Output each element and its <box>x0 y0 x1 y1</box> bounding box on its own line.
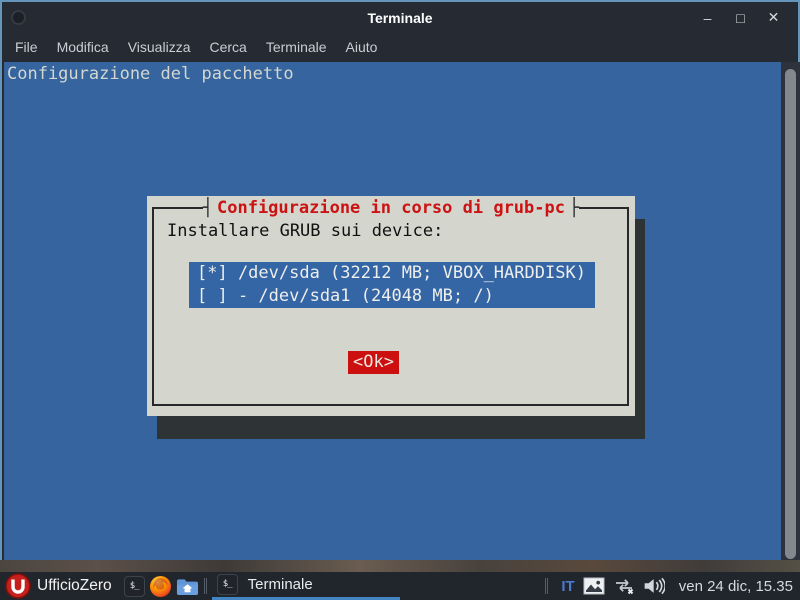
menu-cerca[interactable]: Cerca <box>209 39 246 55</box>
tray-separator <box>545 578 548 594</box>
clock[interactable]: ven 24 dic, 15.35 <box>679 578 793 595</box>
file-manager-icon[interactable] <box>176 575 199 598</box>
task-button-label: Terminale <box>248 576 313 593</box>
device-option-sda[interactable]: [*] /dev/sda (32212 MB; VBOX_HARDDISK) <box>189 262 595 285</box>
scrollbar-thumb[interactable] <box>785 69 796 559</box>
dialog-title: Configurazione in corso di grub-pc <box>213 198 569 218</box>
taskbar-separator <box>204 578 207 594</box>
menu-file[interactable]: File <box>15 39 38 55</box>
terminal-launcher-icon[interactable]: $_ <box>124 576 145 597</box>
device-option-sda1[interactable]: [ ] - /dev/sda1 (24048 MB; /) <box>189 285 595 308</box>
taskbar: UfficioZero $_ $_ Terminale IT <box>0 572 800 600</box>
ufficiozero-logo-icon[interactable] <box>5 573 31 599</box>
menu-aiuto[interactable]: Aiuto <box>346 39 378 55</box>
close-icon[interactable]: ✕ <box>757 9 790 26</box>
terminal-task-icon: $_ <box>217 574 238 595</box>
device-option-list: [*] /dev/sda (32212 MB; VBOX_HARDDISK) [… <box>189 262 595 308</box>
menu-modifica[interactable]: Modifica <box>57 39 109 55</box>
dialog-prompt: Installare GRUB sui device: <box>167 221 443 241</box>
menu-visualizza[interactable]: Visualizza <box>128 39 191 55</box>
ok-button[interactable]: <Ok> <box>348 351 399 374</box>
terminal-screen[interactable]: Configurazione del pacchetto ┤Configuraz… <box>4 62 800 562</box>
window-controls: – □ ✕ <box>691 2 790 33</box>
system-tray: IT ven 24 dic, 15.35 <box>540 577 796 595</box>
dialog-title-row: ┤Configurazione in corso di grub-pc├ <box>147 197 635 219</box>
frame-tick-left: ┤ <box>203 198 213 218</box>
desktop: Terminale – □ ✕ File Modifica Visualizza… <box>0 0 800 600</box>
grub-config-dialog: ┤Configurazione in corso di grub-pc├ Ins… <box>147 196 635 416</box>
minimize-icon[interactable]: – <box>691 10 724 26</box>
task-button-terminale[interactable]: $_ Terminale <box>212 572 400 600</box>
menubar: File Modifica Visualizza Cerca Terminale… <box>2 33 798 60</box>
window-app-icon <box>11 10 26 25</box>
maximize-icon[interactable]: □ <box>724 10 757 26</box>
terminal-header-line: Configurazione del pacchetto <box>4 62 800 84</box>
terminal-scrollbar[interactable] <box>781 62 800 562</box>
launcher-label[interactable]: UfficioZero <box>37 577 112 595</box>
frame-tick-right: ├ <box>569 198 579 218</box>
window-title: Terminale <box>2 10 798 26</box>
volume-icon[interactable] <box>643 577 665 595</box>
screenshot-icon[interactable] <box>583 577 605 595</box>
menu-terminale[interactable]: Terminale <box>266 39 327 55</box>
firefox-icon[interactable] <box>149 575 172 598</box>
network-disconnected-icon[interactable] <box>613 577 635 595</box>
terminal-window: Terminale – □ ✕ File Modifica Visualizza… <box>0 0 800 562</box>
titlebar: Terminale – □ ✕ <box>2 2 798 33</box>
keyboard-layout-indicator[interactable]: IT <box>561 578 574 595</box>
